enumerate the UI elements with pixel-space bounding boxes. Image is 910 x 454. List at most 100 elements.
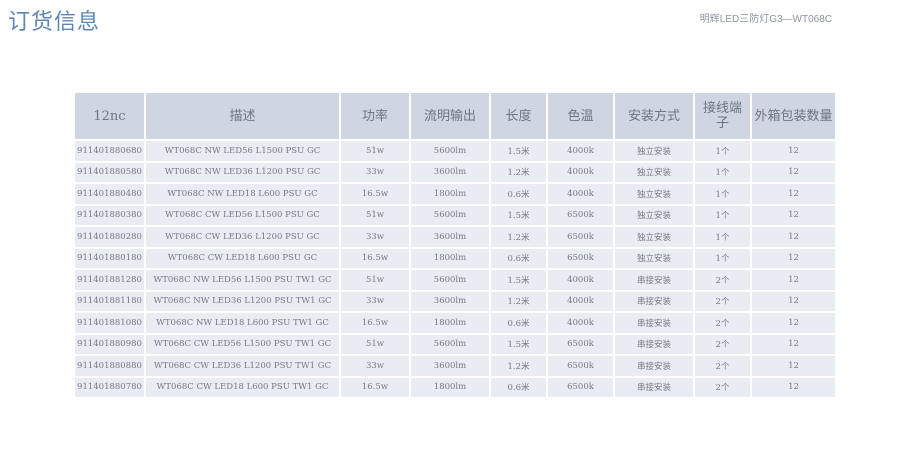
cell-length: 1.5米 — [490, 139, 548, 162]
header-length: 长度 — [490, 93, 548, 140]
cell-length: 1.5米 — [490, 332, 548, 355]
cell-description: WT068C CW LED18 L600 PSU TW1 GC — [145, 375, 341, 397]
cell-power: 51w — [340, 268, 411, 291]
cell-color-temperature: 6500k — [547, 246, 615, 269]
cell-description: WT068C NW LED18 L600 PSU GC — [145, 182, 341, 205]
cell-12nc: 911401880580 — [75, 160, 146, 183]
cell-carton-quantity: 12 — [751, 160, 835, 183]
cell-installation-method: 独立安装 — [614, 139, 695, 162]
cell-wiring-terminal: 2个 — [694, 268, 752, 291]
cell-carton-quantity: 12 — [751, 203, 835, 226]
cell-length: 1.5米 — [490, 268, 548, 291]
cell-lumen-output: 5600lm — [410, 332, 491, 355]
cell-installation-method: 串接安装 — [614, 268, 695, 291]
cell-installation-method: 串接安装 — [614, 332, 695, 355]
cell-length: 1.2米 — [490, 354, 548, 377]
header-description: 描述 — [145, 93, 341, 140]
cell-lumen-output: 1800lm — [410, 375, 491, 397]
cell-length: 0.6米 — [490, 182, 548, 205]
cell-lumen-output: 5600lm — [410, 268, 491, 291]
cell-color-temperature: 4000k — [547, 160, 615, 183]
cell-installation-method: 串接安装 — [614, 289, 695, 312]
cell-color-temperature: 6500k — [547, 225, 615, 248]
product-label: 明辉LED三防灯G3—WT068C — [699, 14, 832, 25]
header-12nc: 12nc — [75, 93, 146, 140]
cell-power: 33w — [340, 160, 411, 183]
table-row: 911401880780 WT068C CW LED18 L600 PSU TW1… — [75, 375, 835, 397]
table-row: 911401881280 WT068C NW LED56 L1500 PSU TW… — [75, 268, 835, 291]
cell-power: 51w — [340, 332, 411, 355]
cell-description: WT068C NW LED18 L600 PSU TW1 GC — [145, 311, 341, 334]
table-row: 911401880380 WT068C CW LED56 L1500 PSU GC… — [75, 203, 835, 226]
cell-wiring-terminal: 1个 — [694, 246, 752, 269]
cell-carton-quantity: 12 — [751, 246, 835, 269]
cell-installation-method: 独立安装 — [614, 246, 695, 269]
table-row: 911401881080 WT068C NW LED18 L600 PSU TW1… — [75, 311, 835, 334]
cell-length: 1.2米 — [490, 225, 548, 248]
cell-12nc: 911401881280 — [75, 268, 146, 291]
header-power: 功率 — [340, 93, 411, 140]
cell-12nc: 911401880680 — [75, 139, 146, 162]
cell-power: 16.5w — [340, 375, 411, 397]
cell-wiring-terminal: 1个 — [694, 160, 752, 183]
cell-description: WT068C NW LED56 L1500 PSU GC — [145, 139, 341, 162]
cell-description: WT068C NW LED36 L1200 PSU GC — [145, 160, 341, 183]
table-row: 911401880880 WT068C CW LED36 L1200 PSU TW… — [75, 354, 835, 377]
cell-lumen-output: 1800lm — [410, 182, 491, 205]
table-row: 911401880180 WT068C CW LED18 L600 PSU GC 1… — [75, 246, 835, 269]
header-carton-quantity: 外箱包装数量 — [751, 93, 835, 140]
cell-wiring-terminal: 2个 — [694, 311, 752, 334]
cell-12nc: 911401880880 — [75, 354, 146, 377]
cell-12nc: 911401881180 — [75, 289, 146, 312]
table-row: 911401880580 WT068C NW LED36 L1200 PSU GC… — [75, 160, 835, 183]
cell-length: 1.2米 — [490, 289, 548, 312]
cell-length: 1.2米 — [490, 160, 548, 183]
cell-power: 51w — [340, 139, 411, 162]
header-installation-method: 安装方式 — [614, 93, 695, 140]
cell-color-temperature: 4000k — [547, 289, 615, 312]
table-row: 911401880680 WT068C NW LED56 L1500 PSU GC… — [75, 139, 835, 162]
page-title: 订货信息 — [8, 10, 101, 35]
cell-wiring-terminal: 1个 — [694, 182, 752, 205]
cell-length: 1.5米 — [490, 203, 548, 226]
cell-power: 16.5w — [340, 182, 411, 205]
cell-carton-quantity: 12 — [751, 139, 835, 162]
cell-description: WT068C CW LED56 L1500 PSU TW1 GC — [145, 332, 341, 355]
cell-carton-quantity: 12 — [751, 182, 835, 205]
cell-12nc: 911401880480 — [75, 182, 146, 205]
cell-description: WT068C NW LED36 L1200 PSU TW1 GC — [145, 289, 341, 312]
table-header-row: 12nc 描述 功率 流明输出 长度 色温 安装方式 接线端子 外箱包装数量 — [75, 93, 835, 140]
cell-12nc: 911401880380 — [75, 203, 146, 226]
cell-lumen-output: 1800lm — [410, 311, 491, 334]
table-row: 911401880480 WT068C NW LED18 L600 PSU GC 1… — [75, 182, 835, 205]
cell-carton-quantity: 12 — [751, 332, 835, 355]
cell-lumen-output: 5600lm — [410, 139, 491, 162]
cell-length: 0.6米 — [490, 246, 548, 269]
cell-carton-quantity: 12 — [751, 375, 835, 397]
cell-power: 16.5w — [340, 311, 411, 334]
cell-power: 33w — [340, 225, 411, 248]
cell-carton-quantity: 12 — [751, 225, 835, 248]
cell-carton-quantity: 12 — [751, 311, 835, 334]
cell-description: WT068C CW LED36 L1200 PSU TW1 GC — [145, 354, 341, 377]
cell-lumen-output: 3600lm — [410, 160, 491, 183]
cell-color-temperature: 4000k — [547, 139, 615, 162]
cell-wiring-terminal: 2个 — [694, 332, 752, 355]
cell-lumen-output: 3600lm — [410, 289, 491, 312]
cell-wiring-terminal: 1个 — [694, 225, 752, 248]
header-wiring-terminal: 接线端子 — [694, 93, 752, 140]
order-info-table: 12nc 描述 功率 流明输出 长度 色温 安装方式 接线端子 外箱包装数量 9… — [75, 93, 835, 397]
cell-installation-method: 独立安装 — [614, 203, 695, 226]
cell-installation-method: 串接安装 — [614, 311, 695, 334]
cell-description: WT068C CW LED56 L1500 PSU GC — [145, 203, 341, 226]
cell-description: WT068C NW LED56 L1500 PSU TW1 GC — [145, 268, 341, 291]
table-row: 911401881180 WT068C NW LED36 L1200 PSU TW… — [75, 289, 835, 312]
cell-carton-quantity: 12 — [751, 354, 835, 377]
cell-carton-quantity: 12 — [751, 289, 835, 312]
cell-description: WT068C CW LED36 L1200 PSU GC — [145, 225, 341, 248]
cell-power: 16.5w — [340, 246, 411, 269]
cell-length: 0.6米 — [490, 375, 548, 397]
cell-12nc: 911401880280 — [75, 225, 146, 248]
header-color-temperature: 色温 — [547, 93, 615, 140]
cell-installation-method: 串接安装 — [614, 375, 695, 397]
